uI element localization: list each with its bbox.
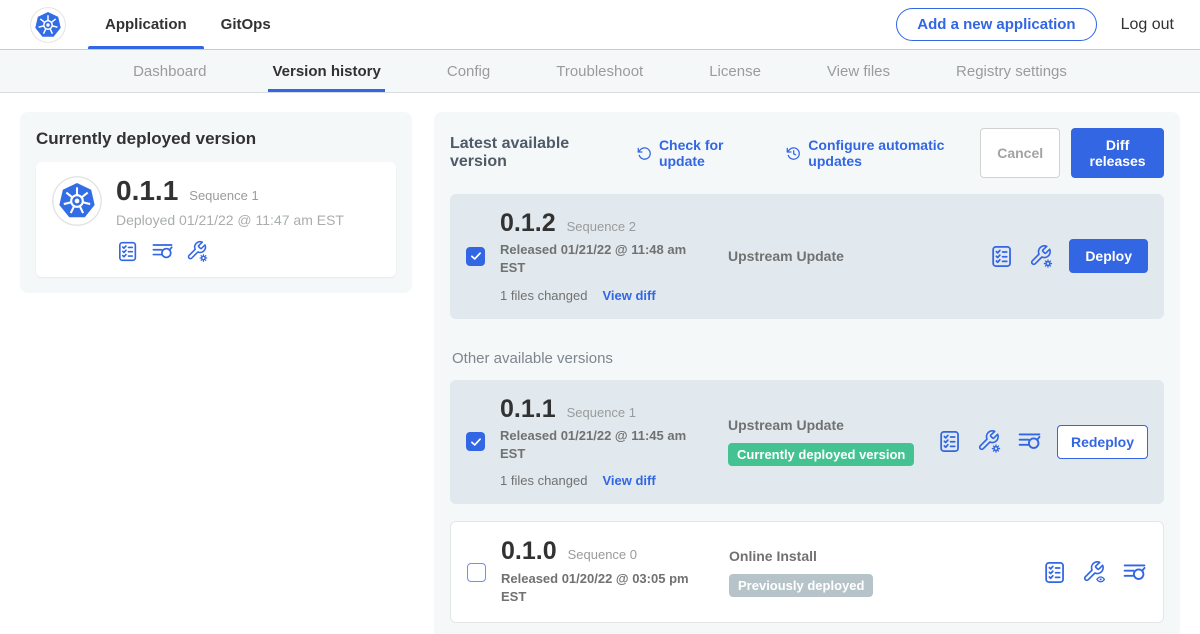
currently-deployed-card: Currently deployed version 0.1.1 Sequenc… bbox=[20, 112, 412, 293]
subnav-dashboard[interactable]: Dashboard bbox=[133, 50, 206, 92]
preflight-checks-icon[interactable] bbox=[1122, 560, 1147, 585]
logout-button[interactable]: Log out bbox=[1121, 0, 1174, 49]
sub-nav: Dashboard Version history Config Trouble… bbox=[0, 50, 1200, 93]
deployed-version-box: 0.1.1 Sequence 1 Deployed 01/21/22 @ 11:… bbox=[36, 162, 396, 277]
version-sequence: Sequence 1 bbox=[567, 405, 636, 420]
app-logo bbox=[30, 0, 66, 49]
released-timestamp: Released 01/20/22 @ 03:05 pm EST bbox=[501, 570, 693, 606]
tab-gitops-label: GitOps bbox=[221, 16, 271, 33]
refresh-icon bbox=[637, 145, 652, 162]
files-changed: 1 files changed bbox=[500, 288, 587, 303]
latest-version-heading: Latest available version bbox=[450, 135, 611, 171]
top-nav: Application GitOps Add a new application… bbox=[0, 0, 1200, 50]
current-version-number: 0.1.1 bbox=[116, 176, 178, 205]
release-notes-icon[interactable] bbox=[937, 429, 962, 454]
subnav-license[interactable]: License bbox=[709, 50, 761, 92]
configure-updates-label: Configure automatic updates bbox=[808, 137, 980, 169]
subnav-view-files[interactable]: View files bbox=[827, 50, 890, 92]
check-for-update-label: Check for update bbox=[659, 137, 760, 169]
previously-deployed-badge: Previously deployed bbox=[729, 574, 873, 597]
version-number: 0.1.0 bbox=[501, 538, 557, 564]
release-notes-icon[interactable] bbox=[1042, 560, 1067, 585]
diff-releases-button[interactable]: Diff releases bbox=[1071, 128, 1164, 178]
version-number: 0.1.1 bbox=[500, 396, 556, 422]
deployed-timestamp: Deployed 01/21/22 @ 11:47 am EST bbox=[116, 212, 344, 228]
view-diff-link[interactable]: View diff bbox=[602, 288, 655, 303]
version-source: Upstream Update bbox=[728, 417, 937, 433]
currently-deployed-heading: Currently deployed version bbox=[36, 129, 396, 149]
subnav-view-files-label: View files bbox=[827, 63, 890, 80]
tab-application[interactable]: Application bbox=[88, 0, 204, 49]
topnav-spacer bbox=[288, 0, 897, 49]
preflight-checks-icon[interactable] bbox=[151, 240, 174, 263]
subnav-troubleshoot-label: Troubleshoot bbox=[556, 63, 643, 80]
currently-deployed-badge: Currently deployed version bbox=[728, 443, 914, 466]
redeploy-button[interactable]: Redeploy bbox=[1057, 425, 1148, 459]
subnav-registry-settings-label: Registry settings bbox=[956, 63, 1067, 80]
configure-updates-link[interactable]: Configure automatic updates bbox=[786, 137, 980, 169]
released-timestamp: Released 01/21/22 @ 11:45 am EST bbox=[500, 427, 692, 463]
check-for-update-link[interactable]: Check for update bbox=[637, 137, 760, 169]
subnav-config-label: Config bbox=[447, 63, 490, 80]
check-icon bbox=[469, 249, 483, 263]
panel-header: Latest available version Check for updat… bbox=[450, 128, 1164, 178]
check-icon bbox=[469, 435, 483, 449]
view-diff-link[interactable]: View diff bbox=[602, 473, 655, 488]
cancel-button[interactable]: Cancel bbox=[980, 128, 1060, 178]
kubernetes-icon bbox=[30, 7, 66, 43]
released-timestamp: Released 01/21/22 @ 11:48 am EST bbox=[500, 241, 692, 277]
subnav-dashboard-label: Dashboard bbox=[133, 63, 206, 80]
kubernetes-icon bbox=[52, 176, 102, 226]
version-checkbox[interactable] bbox=[467, 563, 486, 582]
view-config-icon[interactable] bbox=[1082, 560, 1107, 585]
files-changed: 1 files changed bbox=[500, 473, 587, 488]
subnav-troubleshoot[interactable]: Troubleshoot bbox=[556, 50, 643, 92]
tab-gitops[interactable]: GitOps bbox=[204, 0, 288, 49]
preflight-checks-icon[interactable] bbox=[1017, 429, 1042, 454]
version-number: 0.1.2 bbox=[500, 210, 556, 236]
clock-refresh-icon bbox=[786, 145, 801, 162]
version-checkbox[interactable] bbox=[466, 432, 485, 451]
main-content: Currently deployed version 0.1.1 Sequenc… bbox=[0, 93, 1200, 634]
subnav-registry-settings[interactable]: Registry settings bbox=[956, 50, 1067, 92]
version-source: Upstream Update bbox=[728, 248, 989, 264]
subnav-license-label: License bbox=[709, 63, 761, 80]
config-icon[interactable] bbox=[186, 240, 209, 263]
subnav-config[interactable]: Config bbox=[447, 50, 490, 92]
config-icon[interactable] bbox=[1029, 244, 1054, 269]
version-sequence: Sequence 0 bbox=[568, 547, 637, 562]
config-icon[interactable] bbox=[977, 429, 1002, 454]
tab-application-label: Application bbox=[105, 16, 187, 33]
release-notes-icon[interactable] bbox=[116, 240, 139, 263]
version-history-panel: Latest available version Check for updat… bbox=[434, 112, 1180, 634]
subnav-version-history[interactable]: Version history bbox=[272, 50, 380, 92]
release-notes-icon[interactable] bbox=[989, 244, 1014, 269]
version-row-0-1-2: 0.1.2 Sequence 2 Released 01/21/22 @ 11:… bbox=[450, 194, 1164, 319]
version-source: Online Install bbox=[729, 548, 1042, 564]
subnav-version-history-label: Version history bbox=[272, 63, 380, 80]
version-row-0-1-0: 0.1.0 Sequence 0 Released 01/20/22 @ 03:… bbox=[450, 521, 1164, 623]
version-checkbox[interactable] bbox=[466, 247, 485, 266]
current-sequence: Sequence 1 bbox=[189, 188, 258, 203]
add-application-button[interactable]: Add a new application bbox=[896, 8, 1096, 41]
version-sequence: Sequence 2 bbox=[567, 219, 636, 234]
other-versions-heading: Other available versions bbox=[452, 350, 1164, 367]
version-row-0-1-1: 0.1.1 Sequence 1 Released 01/21/22 @ 11:… bbox=[450, 380, 1164, 505]
deploy-button[interactable]: Deploy bbox=[1069, 239, 1148, 273]
